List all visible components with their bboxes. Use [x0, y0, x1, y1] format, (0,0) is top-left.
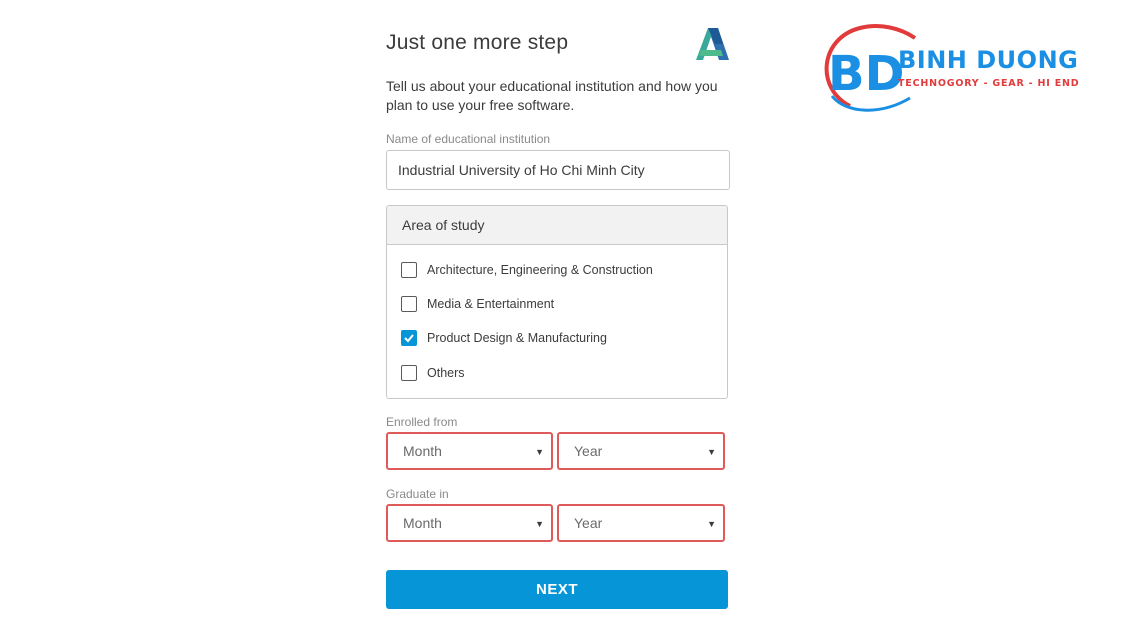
institution-label: Name of educational institution	[386, 132, 551, 146]
checkmark-icon	[404, 334, 414, 343]
select-value: Year	[574, 443, 603, 459]
watermark-initials: BD	[828, 46, 904, 102]
option-label: Architecture, Engineering & Construction	[427, 263, 653, 277]
area-of-study-heading: Area of study	[387, 206, 727, 245]
caret-down-icon: ▼	[535, 447, 544, 457]
graduate-in-label: Graduate in	[386, 487, 449, 501]
caret-down-icon: ▼	[707, 447, 716, 457]
checkbox-product-design[interactable]	[401, 330, 417, 346]
watermark-tagline: TECHNOGORY - GEAR - HI END	[898, 78, 1080, 89]
option-product-design[interactable]: Product Design & Manufacturing	[401, 328, 607, 348]
page-title: Just one more step	[386, 31, 569, 54]
checkbox-others[interactable]	[401, 365, 417, 381]
option-label: Media & Entertainment	[427, 297, 555, 311]
caret-down-icon: ▼	[535, 519, 544, 529]
enrolled-month-select[interactable]: Month ▼	[386, 432, 553, 470]
select-value: Year	[574, 515, 603, 531]
option-media[interactable]: Media & Entertainment	[401, 294, 554, 314]
checkbox-architecture[interactable]	[401, 262, 417, 278]
institution-input[interactable]	[386, 150, 730, 190]
select-value: Month	[403, 443, 442, 459]
enrolled-year-select[interactable]: Year ▼	[557, 432, 725, 470]
area-of-study-panel: Area of study Architecture, Engineering …	[386, 205, 728, 399]
watermark-name: BINH DUONG	[898, 46, 1079, 74]
next-button[interactable]: NEXT	[386, 570, 728, 609]
option-others[interactable]: Others	[401, 363, 465, 383]
intro-text: Tell us about your educational instituti…	[386, 78, 718, 113]
graduate-month-select[interactable]: Month ▼	[386, 504, 553, 542]
option-architecture[interactable]: Architecture, Engineering & Construction	[401, 260, 653, 280]
enrolled-from-label: Enrolled from	[386, 415, 458, 429]
autodesk-logo-icon	[696, 28, 729, 60]
option-label: Others	[427, 366, 465, 380]
select-value: Month	[403, 515, 442, 531]
caret-down-icon: ▼	[707, 519, 716, 529]
option-label: Product Design & Manufacturing	[427, 331, 607, 345]
graduate-year-select[interactable]: Year ▼	[557, 504, 725, 542]
checkbox-media[interactable]	[401, 296, 417, 312]
